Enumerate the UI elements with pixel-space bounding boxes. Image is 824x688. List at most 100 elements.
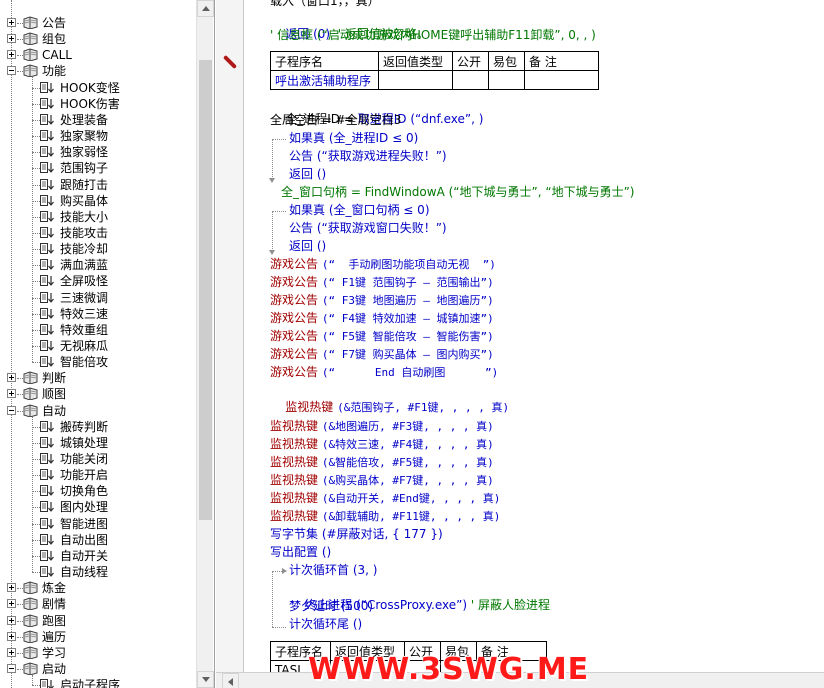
code-line-game-notice[interactable]: 游戏公告 (“ F7键 购买晶体 — 图内购买”) xyxy=(270,346,494,363)
code-line-game-notice[interactable]: 游戏公告 (“ F1键 范围钩子 — 范围输出”) xyxy=(270,274,494,291)
expand-icon[interactable] xyxy=(7,50,16,59)
tree-page[interactable]: 三速微调 xyxy=(0,290,196,306)
tree-page[interactable]: 购买晶体 xyxy=(0,193,196,209)
tree-folder[interactable]: 组包 xyxy=(0,31,196,47)
code-line-game-notice[interactable]: 游戏公告 (“ F5键 智能倍攻 — 智能伤害”) xyxy=(270,328,494,345)
code-line-hotkey[interactable]: 监视热键 (&范围钩子, #F1键, , , , 真) xyxy=(270,382,509,414)
tree-folder[interactable]: 启动 xyxy=(0,661,196,677)
expand-icon[interactable] xyxy=(7,632,16,641)
expand-icon[interactable] xyxy=(7,616,16,625)
code-line-hotkey[interactable]: 监视热键 (&卸载辅助, #F11键, , , , 真) xyxy=(270,508,500,525)
tree-page[interactable]: 启动子程序 xyxy=(0,677,196,688)
collapse-icon[interactable] xyxy=(7,406,16,415)
tree-page[interactable]: 特效重组 xyxy=(0,322,196,338)
tree-folder[interactable]: 自动 xyxy=(0,403,196,419)
code-line-if-process[interactable]: 如果真 (全_进程ID ≤ 0) xyxy=(289,130,418,147)
tree-vertical-scrollbar[interactable] xyxy=(196,0,214,688)
tree-page[interactable]: 城镇处理 xyxy=(0,435,196,451)
code-line-loop-end[interactable]: 计次循环尾 () xyxy=(289,616,362,633)
table1-cell-easy-pack[interactable] xyxy=(488,70,525,90)
table1-cell-public[interactable] xyxy=(452,70,489,90)
tree-page[interactable]: 跟随打击 xyxy=(0,177,196,193)
code-line-loop-sleep[interactable]: 梦夕延时 (500) xyxy=(289,598,373,615)
tree-folder[interactable]: 顺图 xyxy=(0,386,196,402)
expand-icon[interactable] xyxy=(7,373,16,382)
code-line-if-window-return[interactable]: 返回 () xyxy=(289,238,326,255)
tree-folder[interactable]: 遍历 xyxy=(0,629,196,645)
expand-icon[interactable] xyxy=(7,599,16,608)
tree-page[interactable]: 无视麻瓜 xyxy=(0,338,196,354)
table1-subroutine-name[interactable]: 呼出激活辅助程序 xyxy=(270,70,379,90)
tree-page[interactable]: 功能关闭 xyxy=(0,451,196,467)
tree-page[interactable]: 图内处理 xyxy=(0,499,196,515)
tree-scroll-thumb[interactable] xyxy=(199,60,212,520)
game-notice-function: 游戏公告 xyxy=(270,329,319,343)
code-line-assign-global-blank[interactable]: 全局空白 = #全局空白3 xyxy=(270,112,401,129)
code-line-hotkey[interactable]: 监视热键 (&智能倍攻, #F5键, , , , 真) xyxy=(270,454,494,471)
tree-page[interactable]: 技能冷却 xyxy=(0,241,196,257)
code-line-game-notice[interactable]: 游戏公告 (“ End 自动刷图 ”) xyxy=(270,364,498,381)
tree-page[interactable]: 智能进图 xyxy=(0,516,196,532)
code-line-hotkey[interactable]: 监视热键 (&自动开关, #End键, , , , 真) xyxy=(270,490,500,507)
tree-page[interactable]: 技能攻击 xyxy=(0,225,196,241)
code-line-if-process-return[interactable]: 返回 () xyxy=(289,166,326,183)
code-line-hotkey[interactable]: 监视热键 (&购买晶体, #F7键, , , , 真) xyxy=(270,472,494,489)
code-line-msgbox-comment[interactable]: ' 信息框 (“启动成功游戏内HOME键呼出辅助F11卸载”, 0, , ) xyxy=(270,27,596,44)
tree-page[interactable]: 满血满蓝 xyxy=(0,257,196,273)
code-line-if-process-notice[interactable]: 公告 (“获取游戏进程失败！”) xyxy=(289,148,447,165)
expand-icon[interactable] xyxy=(7,648,16,657)
expand-icon[interactable] xyxy=(7,34,16,43)
code-line-game-notice[interactable]: 游戏公告 (“ F3键 地图遍历 — 地图遍历”) xyxy=(270,292,494,309)
code-line-assign-process-id[interactable]: 全_进程ID = 取进程ID (“dnf.exe”, ) xyxy=(270,94,483,126)
code-line-write-config[interactable]: 写出配置 () xyxy=(270,544,331,561)
editor-gutter[interactable] xyxy=(216,0,244,672)
code-line-return[interactable]: 返回 (0) ' 返回值被忽略。 xyxy=(270,9,429,41)
code-line-write-bytes[interactable]: 写字节集 (#屏蔽对话, { 177 }) xyxy=(270,526,443,543)
tree-page[interactable]: 特效三速 xyxy=(0,306,196,322)
code-line-loop-start[interactable]: 计次循环首 (3, ) xyxy=(289,562,377,579)
expand-icon[interactable] xyxy=(7,18,16,27)
tree-page[interactable]: 技能大小 xyxy=(0,209,196,225)
tree-page[interactable]: 独家弱怪 xyxy=(0,144,196,160)
code-editor[interactable]: 载入（窗口1，，真） 返回 (0) ' 返回值被忽略。 ' 信息框 (“启动成功… xyxy=(245,0,824,672)
code-line-hotkey[interactable]: 监视热键 (&特效三速, #F4键, , , , 真) xyxy=(270,436,494,453)
tree-folder[interactable]: 学习 xyxy=(0,645,196,661)
tree-page[interactable]: 功能开启 xyxy=(0,467,196,483)
code-line-loop-kill-process[interactable]: 终止进程 (“CrossProxy.exe”) ' 屏蔽人脸进程 xyxy=(289,580,550,612)
tree-folder[interactable]: 剧情 xyxy=(0,596,196,612)
code-line-hotkey[interactable]: 监视热键 (&地图遍历, #F3键, , , , 真) xyxy=(270,418,494,435)
tree-folder[interactable]: 跑图 xyxy=(0,613,196,629)
code-line-assign-window-handle[interactable]: 全_窗口句柄 = FindWindowA (“地下城与勇士”, “地下城与勇士”… xyxy=(281,184,634,201)
table1-cell-return-type[interactable] xyxy=(378,70,453,90)
tree-page[interactable]: 范围钩子 xyxy=(0,160,196,176)
expand-icon[interactable] xyxy=(7,583,16,592)
code-line-if-window-notice[interactable]: 公告 (“获取游戏窗口失败！”) xyxy=(289,220,447,237)
tree-folder[interactable]: CALL xyxy=(0,47,196,63)
code-line-game-notice[interactable]: 游戏公告 (“ 手动刷图功能项自动无视 ”) xyxy=(270,256,496,273)
collapse-icon[interactable] xyxy=(7,66,16,75)
tree-scroll-up-button[interactable] xyxy=(197,0,214,17)
code-line-game-notice[interactable]: 游戏公告 (“ F4键 特效加速 — 城镇加速”) xyxy=(270,310,494,327)
tree-page[interactable]: 自动出图 xyxy=(0,532,196,548)
tree-folder[interactable]: 公告 xyxy=(0,15,196,31)
collapse-icon[interactable] xyxy=(7,664,16,673)
expand-icon[interactable] xyxy=(7,389,16,398)
tree-folder[interactable]: 功能 xyxy=(0,63,196,79)
tree-page[interactable]: 智能倍攻 xyxy=(0,354,196,370)
tree-page[interactable]: 自动开关 xyxy=(0,548,196,564)
tree-page[interactable]: 处理装备 xyxy=(0,112,196,128)
code-line-if-window[interactable]: 如果真 (全_窗口句柄 ≤ 0) xyxy=(289,202,430,219)
tree-page[interactable]: 搬砖判断 xyxy=(0,419,196,435)
scroll-left-button[interactable] xyxy=(222,673,239,688)
tree-page[interactable]: HOOK伤害 xyxy=(0,96,196,112)
tree-folder[interactable]: 炼金 xyxy=(0,580,196,596)
tree-page[interactable]: HOOK变怪 xyxy=(0,80,196,96)
tree-page[interactable]: 切换角色 xyxy=(0,483,196,499)
tree-scroll-down-button[interactable] xyxy=(197,671,214,688)
breakpoint-marker-icon[interactable] xyxy=(222,54,238,70)
tree-page[interactable]: 全屏吸怪 xyxy=(0,273,196,289)
tree-page[interactable]: 独家聚物 xyxy=(0,128,196,144)
tree-page[interactable]: 自动线程 xyxy=(0,564,196,580)
tree-folder[interactable]: 判断 xyxy=(0,370,196,386)
table1-cell-note[interactable] xyxy=(524,70,599,90)
